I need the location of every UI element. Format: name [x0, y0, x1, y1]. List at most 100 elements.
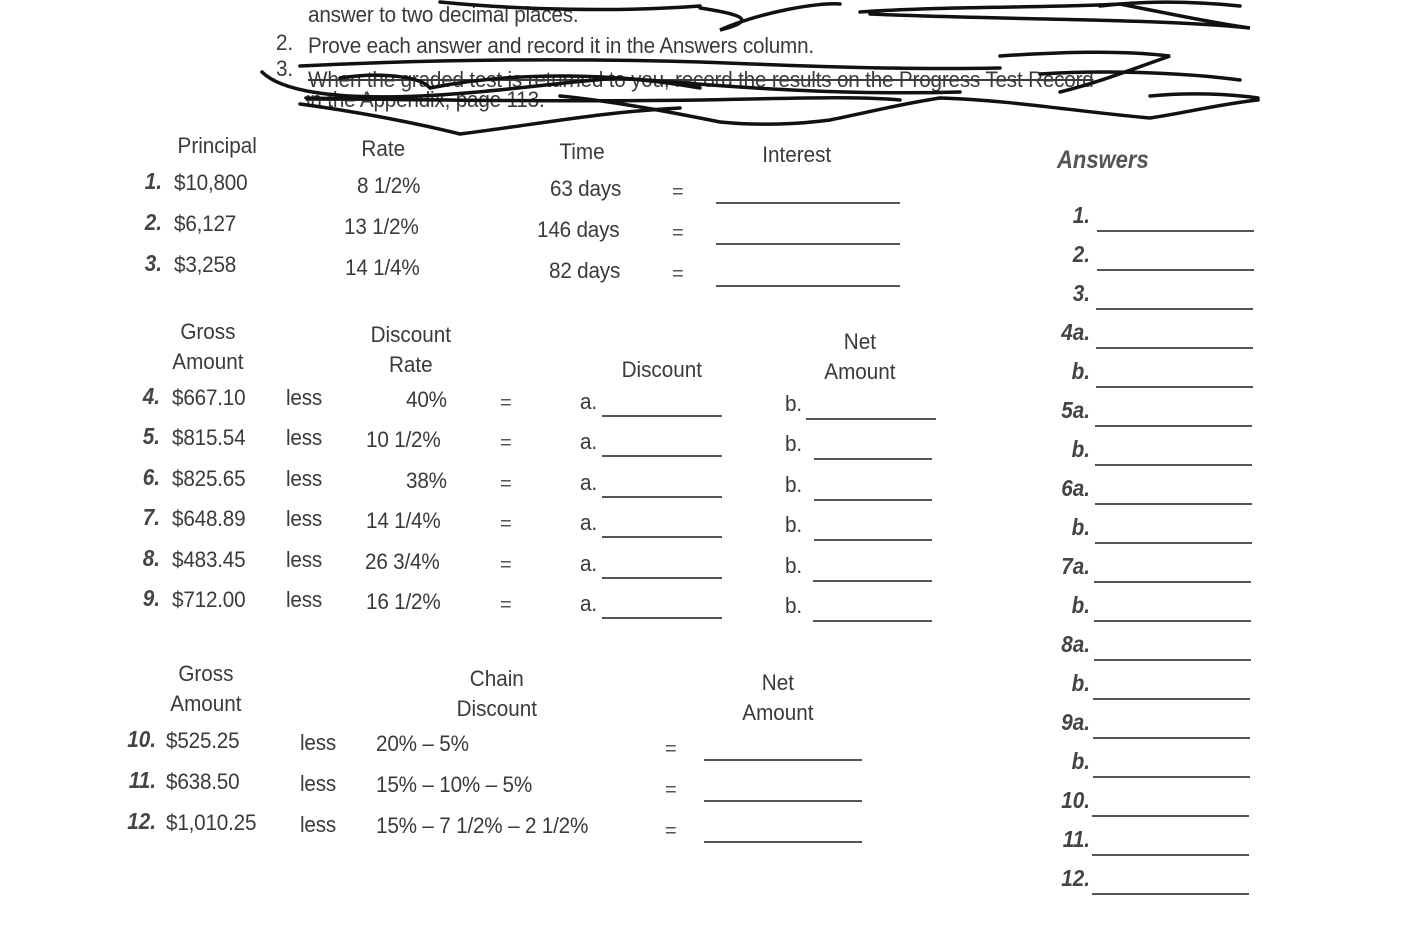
principal-value: $10,800: [174, 170, 248, 195]
discount-answer-blank[interactable]: [602, 455, 722, 458]
answer-blank[interactable]: [1094, 620, 1251, 622]
rate-value: 14 1/4%: [345, 255, 420, 280]
gross-amount-value: $712.00: [172, 587, 246, 612]
less-label: less: [286, 546, 323, 572]
answer-label: 10.: [1061, 787, 1090, 813]
net-amount-answer-blank[interactable]: [814, 458, 932, 461]
net-amount-answer-blank[interactable]: [806, 418, 936, 420]
header-net-line2: Amount: [824, 359, 896, 384]
answer-blank[interactable]: [1097, 230, 1254, 232]
rate-value: 8 1/2%: [357, 173, 421, 198]
header-gross-line1: Gross: [180, 319, 236, 344]
discount-answer-blank[interactable]: [602, 576, 722, 579]
rate-value: 13 1/2%: [344, 214, 419, 239]
header-net-amount-chain: Net Amount: [742, 668, 813, 728]
interest-answer-blank[interactable]: [716, 243, 900, 245]
chain-discount-value: 15% – 10% – 5%: [376, 772, 533, 797]
principal-value: $3,258: [174, 252, 237, 277]
problem-number: 6.: [142, 463, 160, 490]
answer-label: b.: [1071, 358, 1090, 384]
header-chain-line2: Discount: [456, 696, 538, 721]
instruction-2-number: 2.: [276, 30, 293, 55]
problem-number: 11.: [128, 767, 156, 793]
problem-number: 2.: [144, 209, 162, 235]
answer-blank[interactable]: [1095, 542, 1252, 544]
answer-blank[interactable]: [1096, 308, 1253, 310]
equals-sign: =: [500, 392, 512, 414]
part-b-label: b.: [785, 471, 802, 497]
less-label: less: [300, 771, 337, 796]
less-label: less: [300, 730, 337, 755]
discount-rate-value: 38%: [406, 467, 447, 493]
problem-number: 8.: [142, 544, 160, 571]
interest-answer-blank[interactable]: [716, 202, 900, 204]
net-amount-answer-blank[interactable]: [704, 800, 862, 802]
problem-number: 1.: [144, 168, 162, 194]
part-b-label: b.: [785, 391, 802, 416]
answer-blank[interactable]: [1093, 737, 1250, 739]
header-net-line1: Net: [761, 670, 795, 695]
less-label: less: [286, 425, 323, 451]
answer-blank[interactable]: [1097, 269, 1254, 271]
equals-sign: =: [500, 553, 512, 576]
instruction-3-text-line2: in the Appendix, page 113.: [306, 87, 545, 112]
answer-blank[interactable]: [1092, 815, 1249, 817]
header-discount-rate: Discount Rate: [371, 320, 451, 380]
header-chain-line1: Chain: [469, 666, 524, 691]
answer-label: 3.: [1072, 280, 1090, 306]
discount-rate-value: 14 1/4%: [366, 508, 441, 534]
net-amount-answer-blank[interactable]: [813, 579, 932, 582]
answer-blank[interactable]: [1095, 464, 1252, 466]
net-amount-answer-blank[interactable]: [814, 539, 932, 542]
answer-blank[interactable]: [1096, 386, 1253, 388]
equals-sign: =: [672, 181, 684, 203]
header-interest: Interest: [762, 142, 832, 167]
answer-label: b.: [1071, 748, 1090, 774]
net-amount-answer-blank[interactable]: [814, 498, 932, 501]
less-label: less: [286, 385, 323, 410]
answer-blank[interactable]: [1095, 425, 1252, 427]
instruction-3-number: 3.: [276, 56, 293, 81]
gross-amount-value: $638.50: [166, 769, 240, 794]
gross-amount-value: $667.10: [172, 385, 246, 410]
answer-blank[interactable]: [1093, 698, 1250, 700]
header-net-line2: Amount: [742, 700, 814, 725]
discount-answer-blank[interactable]: [602, 617, 722, 619]
header-discount: Discount: [621, 357, 703, 382]
answer-label: 8a.: [1061, 631, 1090, 657]
answer-blank[interactable]: [1092, 854, 1249, 856]
discount-answer-blank[interactable]: [602, 495, 722, 498]
answer-blank[interactable]: [1093, 776, 1250, 778]
equals-sign: =: [672, 263, 684, 285]
answer-blank[interactable]: [1096, 347, 1253, 349]
part-a-label: a.: [580, 591, 597, 616]
equals-sign: =: [665, 738, 677, 760]
equals-sign: =: [500, 432, 512, 455]
interest-answer-blank[interactable]: [716, 285, 900, 287]
answer-blank[interactable]: [1092, 893, 1249, 895]
less-label: less: [300, 812, 337, 837]
gross-amount-value: $825.65: [172, 465, 246, 491]
discount-rate-value: 16 1/2%: [366, 589, 441, 614]
header-net-amount: Net Amount: [824, 327, 895, 387]
answer-label: 6a.: [1061, 475, 1090, 501]
discount-answer-blank[interactable]: [602, 415, 722, 417]
less-label: less: [286, 465, 323, 491]
gross-amount-value: $648.89: [172, 506, 246, 532]
discount-rate-value: 40%: [406, 387, 447, 412]
less-label: less: [286, 506, 323, 532]
time-value: 63 days: [550, 176, 622, 201]
problem-number: 9.: [142, 585, 160, 611]
net-amount-answer-blank[interactable]: [704, 841, 862, 843]
part-a-label: a.: [580, 469, 597, 495]
net-amount-answer-blank[interactable]: [813, 620, 932, 622]
header-gross-line2: Amount: [170, 691, 242, 716]
time-value: 146 days: [537, 217, 620, 242]
chain-discount-value: 20% – 5%: [376, 731, 469, 756]
answer-blank[interactable]: [1094, 659, 1251, 661]
answer-blank[interactable]: [1094, 581, 1251, 583]
net-amount-answer-blank[interactable]: [704, 759, 862, 761]
discount-answer-blank[interactable]: [602, 536, 722, 539]
answer-blank[interactable]: [1095, 503, 1252, 505]
answer-label: b.: [1071, 670, 1090, 696]
